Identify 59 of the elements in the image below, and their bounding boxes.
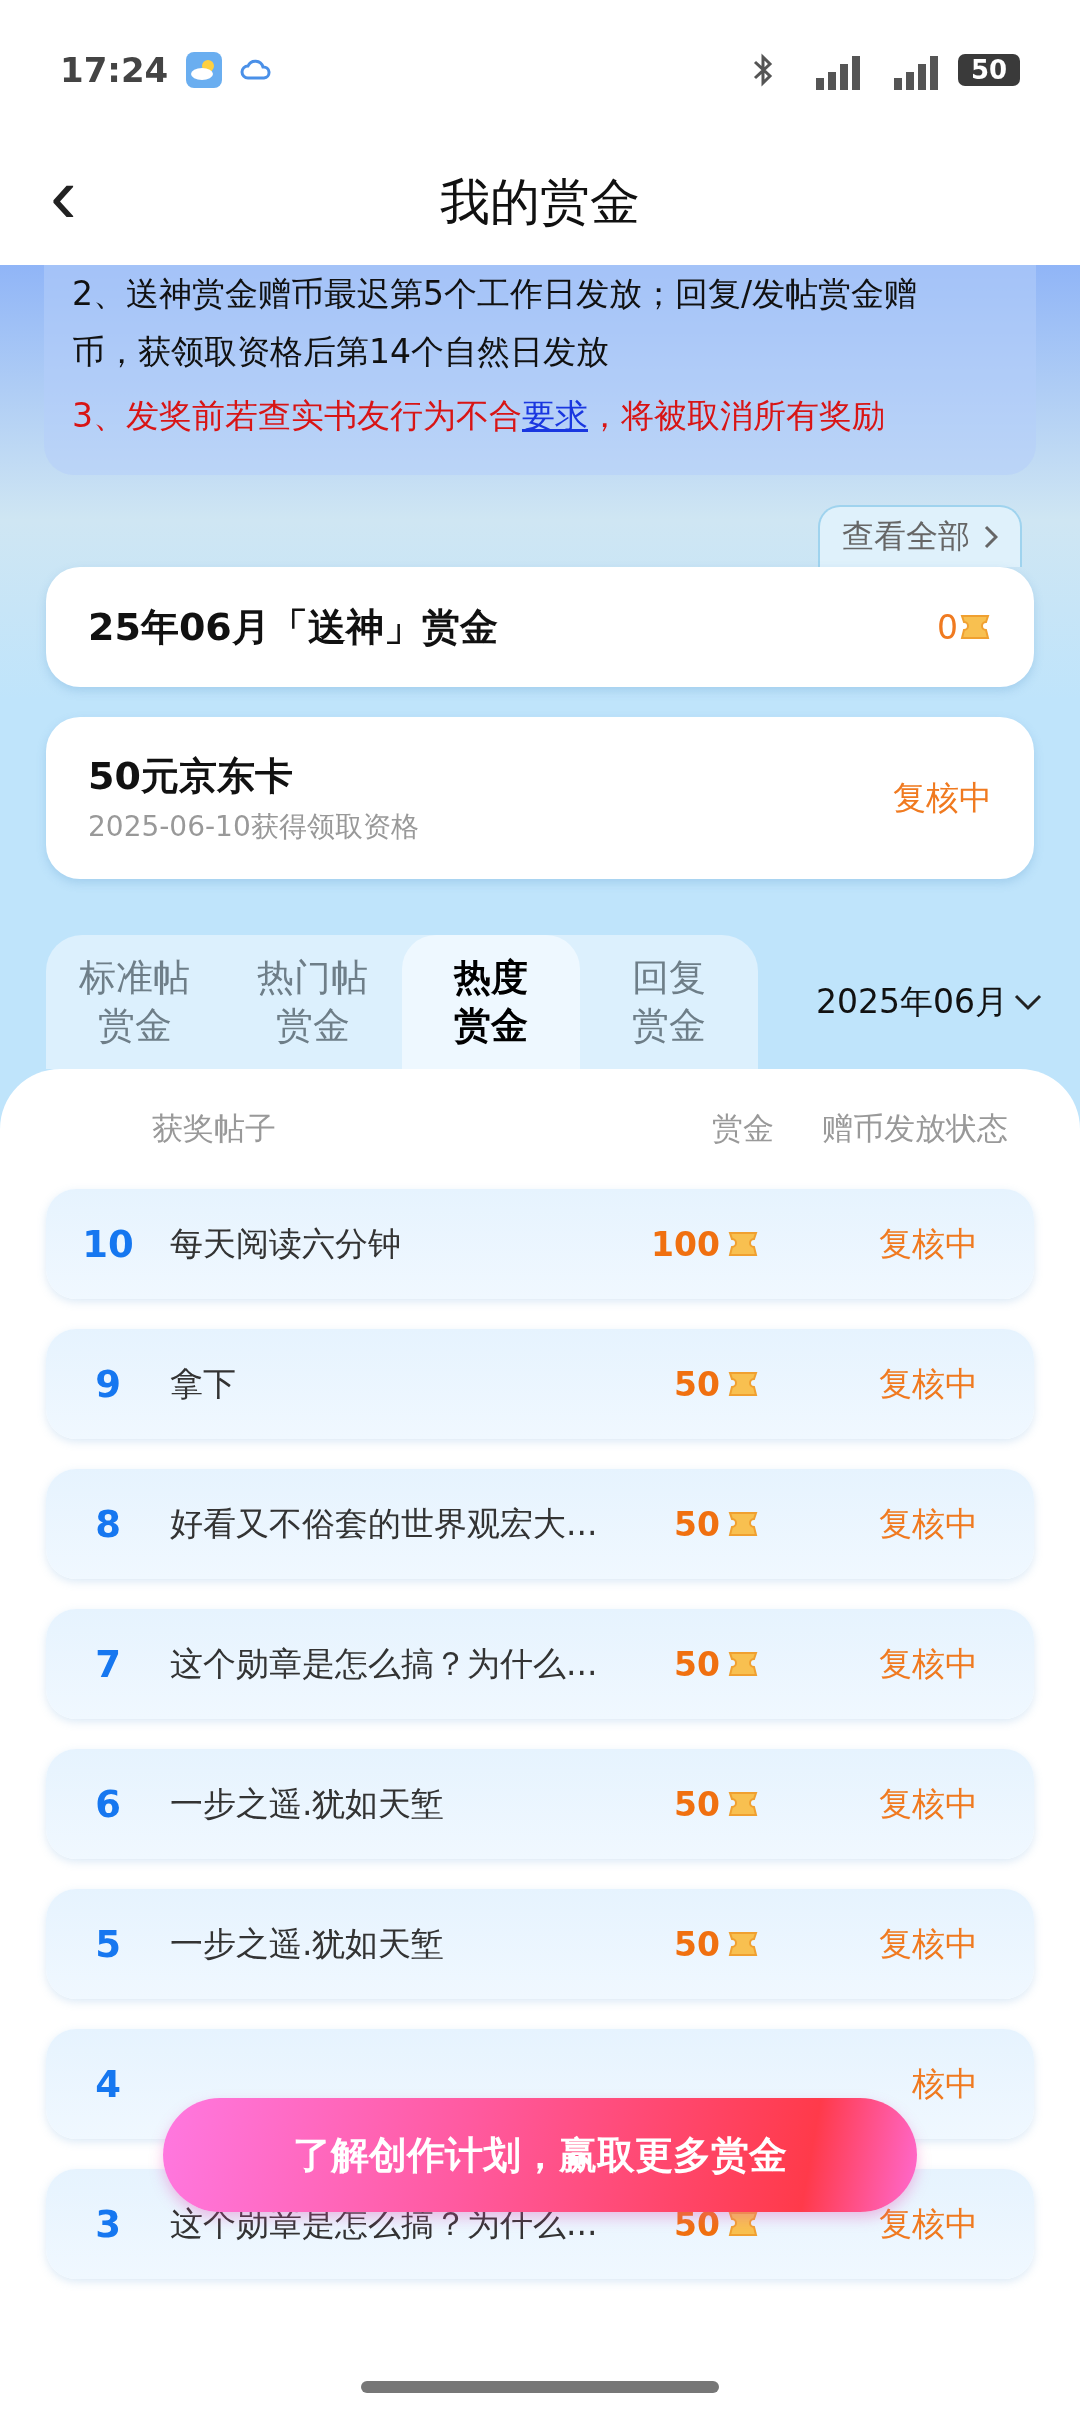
post-title: 这个勋章是怎么搞？为什么... bbox=[170, 1643, 598, 1683]
post-title: 每天阅读六分钟 bbox=[170, 1223, 401, 1263]
prize-title: 50元京东卡 bbox=[88, 752, 294, 800]
post-row[interactable]: 6 一步之遥.犹如天堑 50 复核中 bbox=[46, 1749, 1034, 1859]
column-header: 赏金 bbox=[712, 1109, 775, 1148]
rule-text: 2、送神赏金赠币最迟第5个工作日发放；回复/发帖赏金赠币，获领取资格后第14个自然日发放 bbox=[72, 273, 919, 373]
rank-number: 9 bbox=[94, 1362, 122, 1406]
view-all-button[interactable]: 查看全部 bbox=[818, 505, 1022, 567]
column-header: 赠币发放状态 bbox=[822, 1109, 1008, 1148]
column-header: 获奖帖子 bbox=[152, 1109, 277, 1148]
rank-number: 3 bbox=[94, 2202, 122, 2246]
payout-status: 复核中 bbox=[879, 1223, 978, 1263]
month-picker[interactable]: 2025年06月 bbox=[816, 979, 1042, 1025]
bounty-amount: 0 bbox=[937, 607, 958, 647]
prize-date: 2025-06-10获得领取资格 bbox=[88, 808, 420, 845]
rank-number: 8 bbox=[94, 1502, 122, 1546]
home-indicator[interactable] bbox=[361, 2381, 719, 2393]
rank-number: 10 bbox=[81, 1222, 135, 1266]
cloud-link-icon bbox=[240, 58, 273, 82]
bluetooth-icon bbox=[752, 52, 774, 88]
battery-icon: 50 bbox=[958, 54, 1020, 86]
reward-amount: 50 bbox=[674, 1504, 720, 1544]
category-tab[interactable]: 热门帖赏金 bbox=[224, 935, 402, 1069]
chevron-down-icon bbox=[1014, 993, 1042, 1011]
post-row[interactable]: 10 每天阅读六分钟 100 复核中 bbox=[46, 1189, 1034, 1299]
rank-number: 6 bbox=[94, 1782, 122, 1826]
rule-text: 3、发奖前若查实书友行为不合要求，将被取消所有奖励 bbox=[72, 395, 886, 437]
reward-amount: 50 bbox=[674, 1924, 720, 1964]
clock: 17:24 bbox=[60, 50, 169, 90]
chevron-right-icon bbox=[984, 525, 998, 549]
payout-status: 复核中 bbox=[879, 1783, 978, 1823]
back-button[interactable]: ‹ bbox=[40, 155, 87, 250]
reward-amount: 50 bbox=[674, 1644, 720, 1684]
prize-status: 复核中 bbox=[893, 776, 992, 819]
payout-status: 复核中 bbox=[879, 1363, 978, 1403]
post-title: 一步之遥.犹如天堑 bbox=[170, 1783, 445, 1823]
rank-number: 7 bbox=[94, 1642, 122, 1686]
post-title: 一步之遥.犹如天堑 bbox=[170, 1923, 445, 1963]
page-title: 我的赏金 bbox=[440, 172, 640, 233]
payout-status: 复核中 bbox=[879, 1923, 978, 1963]
category-tab[interactable]: 回复赏金 bbox=[580, 935, 758, 1069]
weather-icon bbox=[186, 52, 223, 88]
reward-amount: 50 bbox=[674, 1364, 720, 1404]
rank-number: 5 bbox=[94, 1922, 122, 1966]
reward-amount: 100 bbox=[651, 1224, 720, 1264]
post-row[interactable]: 9 拿下 50 复核中 bbox=[46, 1329, 1034, 1439]
card-title: 25年06月「送神」赏金 bbox=[88, 603, 499, 651]
rank-number: 4 bbox=[94, 2062, 122, 2106]
post-row[interactable]: 8 好看又不俗套的世界观宏大... 50 复核中 bbox=[46, 1469, 1034, 1579]
post-title: 好看又不俗套的世界观宏大... bbox=[170, 1503, 598, 1543]
post-row[interactable]: 5 一步之遥.犹如天堑 50 复核中 bbox=[46, 1889, 1034, 1999]
post-row[interactable]: 7 这个勋章是怎么搞？为什么... 50 复核中 bbox=[46, 1609, 1034, 1719]
requirement-link[interactable]: 要求 bbox=[522, 396, 588, 435]
reward-amount: 50 bbox=[674, 1784, 720, 1824]
payout-status: 复核中 bbox=[879, 1643, 978, 1683]
category-tab[interactable]: 热度赏金 bbox=[402, 935, 580, 1069]
payout-status: 复核中 bbox=[879, 1503, 978, 1543]
post-title: 拿下 bbox=[170, 1363, 236, 1403]
category-tab[interactable]: 标准帖赏金 bbox=[46, 935, 224, 1069]
